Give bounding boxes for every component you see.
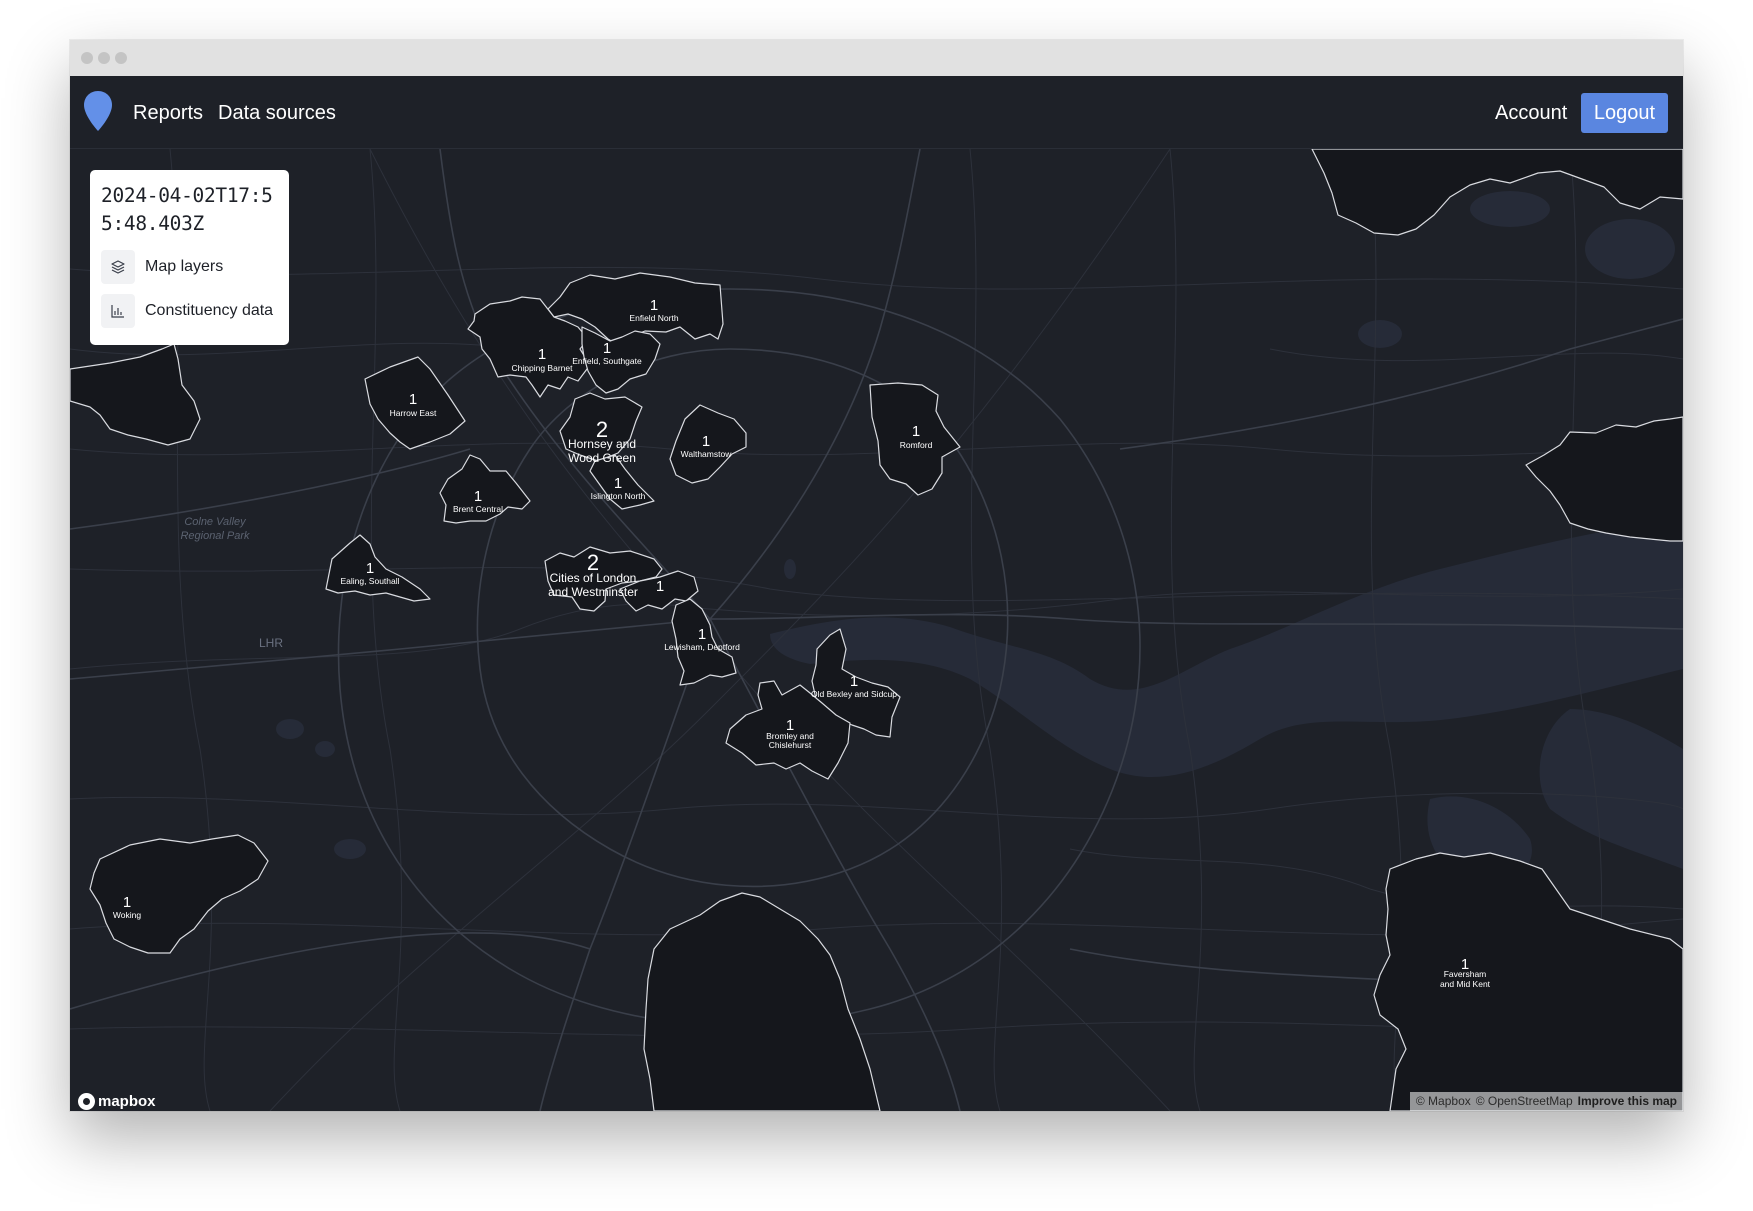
constituency-data-label: Constituency data (145, 302, 274, 319)
window-close-dot[interactable] (81, 52, 93, 64)
window-chrome (70, 40, 1683, 76)
bar-chart-icon (101, 294, 135, 328)
attribution-mapbox-link[interactable]: © Mapbox (1416, 1092, 1471, 1111)
map-layers-label: Map layers (145, 258, 224, 275)
place-label-colne-valley-line1: Colne Valley (184, 516, 247, 528)
constituency-name-label: Enfield North (629, 313, 678, 323)
woking-shape (89, 834, 269, 954)
constituency-name-label: and Mid Kent (1440, 979, 1491, 989)
logout-button[interactable]: Logout (1581, 93, 1668, 133)
map-basemap: Colne Valley Regional Park LHR 1 Enfield… (70, 149, 1683, 1111)
count-label: 1 (614, 475, 622, 492)
constituency-name-label: Wood Green (568, 451, 636, 465)
count-label: 1 (603, 340, 611, 357)
map-canvas[interactable]: Colne Valley Regional Park LHR 1 Enfield… (70, 149, 1683, 1111)
constituency-name-label: Walthamstow (681, 449, 733, 459)
constituency-data-button[interactable]: Constituency data (101, 294, 278, 328)
map-layers-button[interactable]: Map layers (101, 250, 278, 284)
count-label: 1 (366, 560, 374, 577)
place-label-lhr: LHR (259, 636, 283, 650)
place-label-colne-valley-line2: Regional Park (180, 530, 250, 542)
constituency-name-label: Old Bexley and Sidcup (811, 689, 897, 699)
count-label: 1 (123, 894, 131, 911)
constituency-name-label: Islington North (591, 491, 646, 501)
nav-reports-link[interactable]: Reports (133, 102, 203, 124)
count-label: 1 (474, 488, 482, 505)
constituency-name-label: Woking (113, 910, 141, 920)
attribution-osm-link[interactable]: © OpenStreetMap (1476, 1092, 1573, 1111)
constituency-name-label: Faversham (1444, 969, 1487, 979)
window-maximize-dot[interactable] (115, 52, 127, 64)
constituency-name-label: Chipping Barnet (512, 363, 574, 373)
count-label: 1 (912, 423, 920, 440)
report-title: 2024-04-02T17:55:48.403Z (101, 184, 273, 235)
water-layer (276, 191, 1683, 885)
count-label: 1 (650, 297, 658, 314)
layers-icon (101, 250, 135, 284)
mapbox-logo[interactable]: mapbox (78, 1093, 156, 1110)
constituency-name-label: Harrow East (390, 408, 437, 418)
constituency-name-label: Lewisham, Deptford (664, 642, 740, 652)
browser-window: Reports Data sources Account Logout Coln… (70, 40, 1683, 1111)
mapbox-logo-icon (78, 1093, 95, 1110)
count-label: 1 (698, 626, 706, 643)
constituency-name-label: Enfield, Southgate (572, 356, 642, 366)
improve-map-link[interactable]: Improve this map (1578, 1092, 1677, 1111)
count-label: 1 (409, 391, 417, 408)
constituency-name-label: Brent Central (453, 504, 503, 514)
window-minimize-dot[interactable] (98, 52, 110, 64)
mapbox-logo-text: mapbox (98, 1093, 156, 1110)
count-label: 1 (702, 433, 710, 450)
south-center-shape (643, 892, 881, 1111)
count-label: 1 (538, 346, 546, 363)
map-pin-icon[interactable] (83, 90, 113, 132)
constituency-name-label: Romford (900, 440, 933, 450)
nav-data-sources-link[interactable]: Data sources (218, 102, 336, 124)
map-attribution: © Mapbox © OpenStreetMap Improve this ma… (1409, 1092, 1683, 1111)
navbar: Reports Data sources Account Logout (70, 76, 1683, 149)
constituency-name-label: Chislehurst (769, 740, 812, 750)
count-label: 1 (656, 578, 664, 595)
west-edge-shape (70, 343, 201, 446)
east-edge-shape (1525, 416, 1683, 542)
constituency-name-label: Ealing, Southall (340, 576, 399, 586)
count-label: 1 (850, 673, 858, 690)
constituency-name-label: and Westminster (548, 585, 638, 599)
control-panel: 2024-04-02T17:55:48.403Z Map layers Cons… (90, 170, 289, 345)
constituency-name-label: Hornsey and (568, 437, 636, 451)
faversham-mid-kent-shape (1373, 852, 1683, 1111)
nav-account-link[interactable]: Account (1495, 102, 1567, 124)
constituency-name-label: Cities of London (550, 571, 637, 585)
